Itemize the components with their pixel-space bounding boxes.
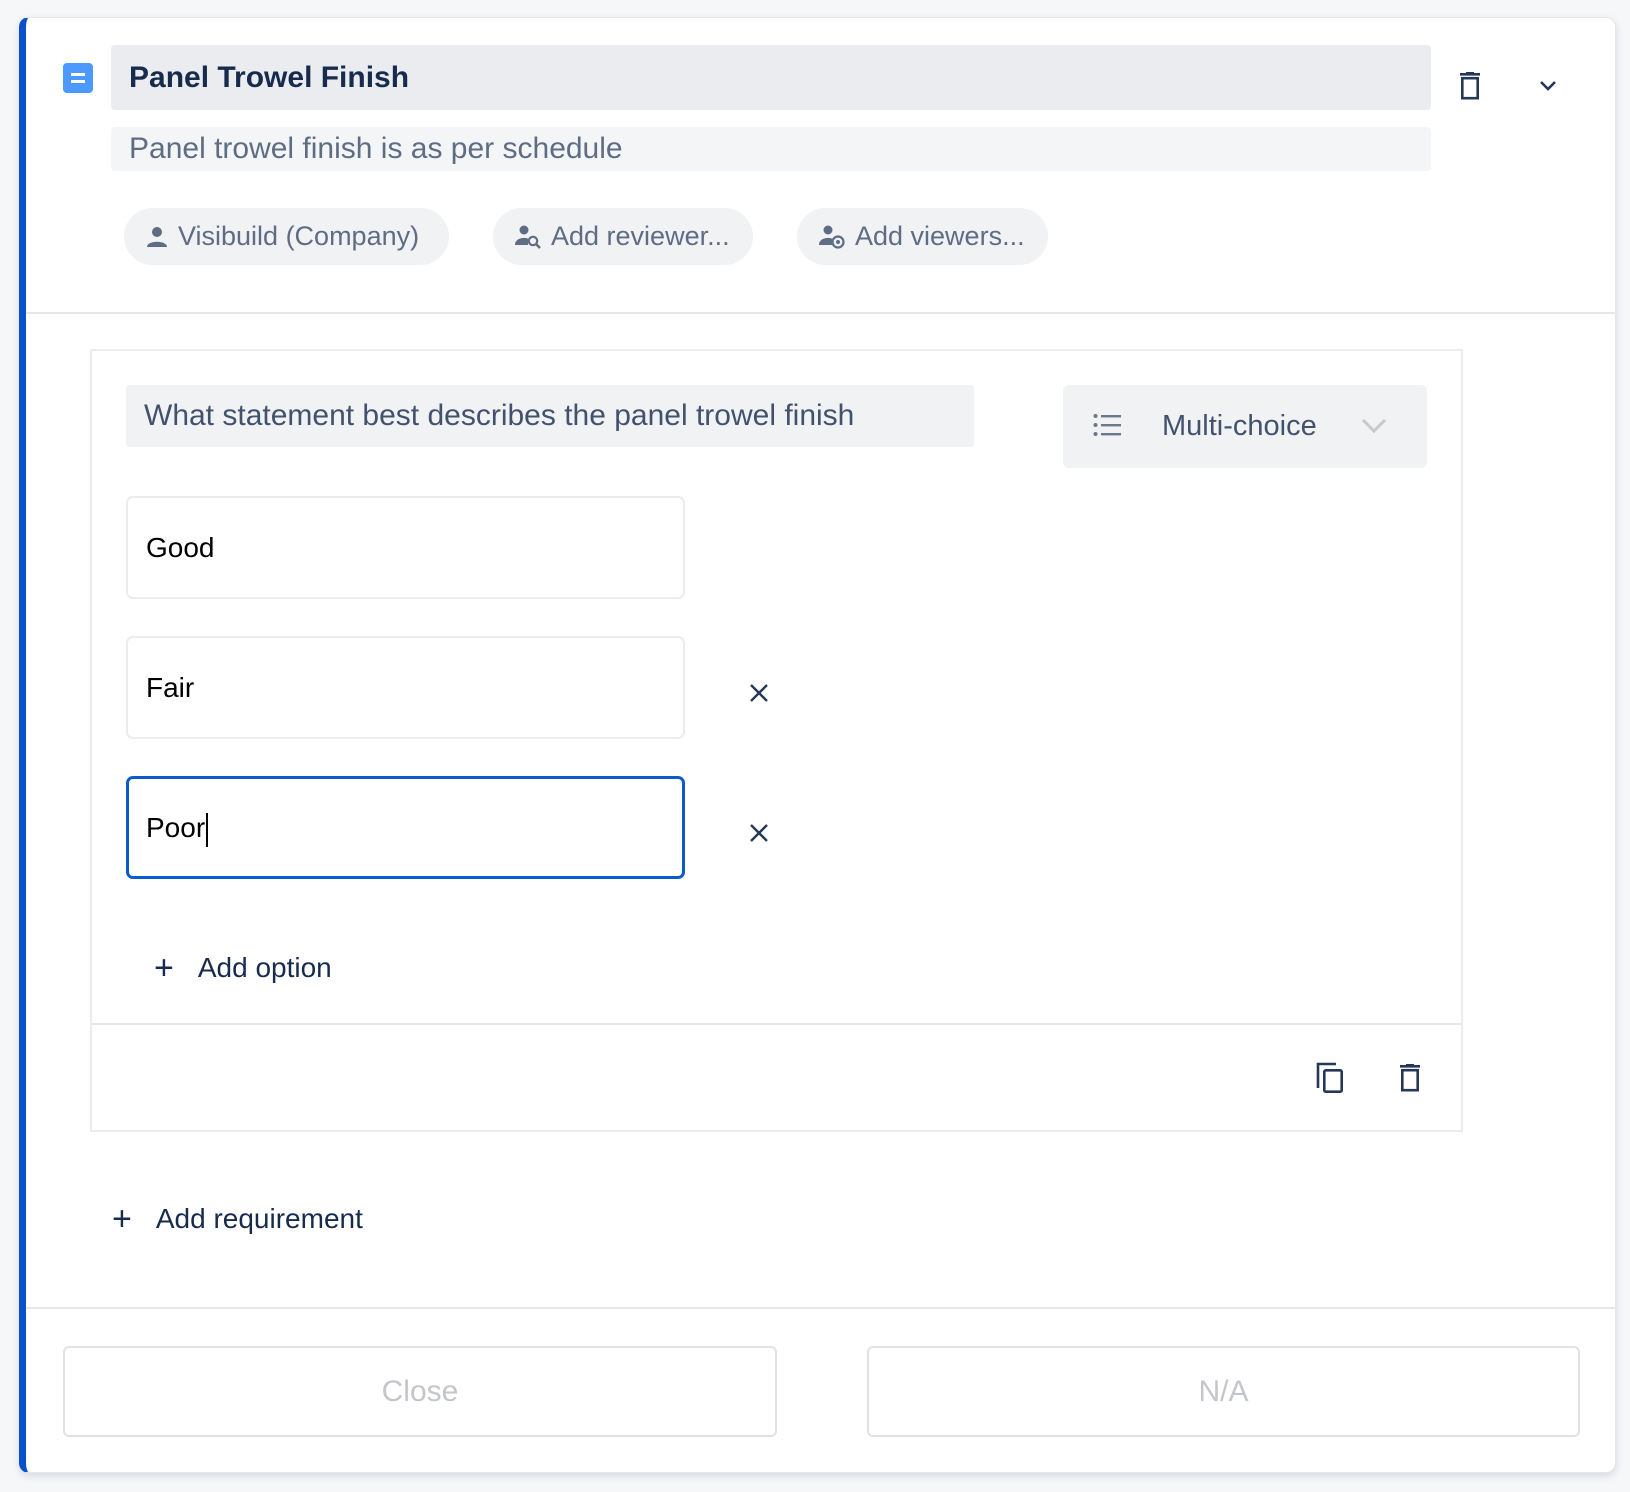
item-description-input[interactable]: Panel trowel finish is as per schedule bbox=[111, 127, 1431, 171]
add-reviewer-label: Add reviewer... bbox=[551, 221, 730, 251]
na-button[interactable]: N/A bbox=[867, 1346, 1580, 1437]
add-requirement-button[interactable]: + Add requirement bbox=[112, 1202, 363, 1236]
footer-divider bbox=[26, 1307, 1616, 1309]
na-button-label: N/A bbox=[1198, 1374, 1249, 1408]
remove-option-button[interactable] bbox=[744, 678, 774, 708]
delete-item-button[interactable] bbox=[1452, 68, 1488, 104]
plus-icon: + bbox=[154, 949, 174, 987]
header-divider bbox=[26, 312, 1616, 314]
owner-chip[interactable]: Visibuild (Company) bbox=[124, 208, 449, 265]
close-icon bbox=[750, 824, 768, 842]
inspection-item-card: Panel Trowel Finish Panel trowel finish … bbox=[19, 17, 1616, 1473]
option-value: Fair bbox=[146, 672, 195, 703]
text-item-icon bbox=[63, 63, 93, 93]
option-input[interactable]: Good bbox=[126, 496, 685, 599]
add-reviewer-chip[interactable]: Add reviewer... bbox=[493, 208, 753, 265]
question-input[interactable]: What statement best describes the panel … bbox=[126, 385, 974, 447]
chevron-down-icon bbox=[1540, 81, 1556, 91]
requirement-box: What statement best describes the panel … bbox=[90, 349, 1463, 1132]
collapse-item-button[interactable] bbox=[1530, 68, 1566, 104]
option-input[interactable]: Fair bbox=[126, 636, 685, 739]
chevron-down-icon bbox=[1361, 418, 1387, 434]
add-requirement-label: Add requirement bbox=[155, 1203, 363, 1234]
delete-requirement-button[interactable] bbox=[1392, 1060, 1428, 1096]
option-value: Poor bbox=[146, 812, 206, 843]
owner-chip-label: Visibuild (Company) bbox=[178, 221, 420, 251]
plus-icon: + bbox=[112, 1200, 132, 1238]
add-viewers-chip[interactable]: Add viewers... bbox=[797, 208, 1048, 265]
add-viewers-label: Add viewers... bbox=[855, 221, 1025, 251]
response-type-select[interactable]: Multi-choice bbox=[1063, 385, 1427, 468]
requirement-footer-divider bbox=[92, 1023, 1461, 1025]
trash-icon bbox=[1400, 1064, 1420, 1092]
duplicate-requirement-button[interactable] bbox=[1312, 1060, 1348, 1096]
add-option-label: Add option bbox=[197, 952, 332, 983]
copy-icon bbox=[1316, 1062, 1343, 1093]
response-type-label: Multi-choice bbox=[1162, 410, 1317, 442]
option-input-focused[interactable]: Poor bbox=[126, 776, 685, 879]
person-icon bbox=[147, 226, 167, 247]
text-caret bbox=[206, 812, 209, 847]
close-icon bbox=[750, 684, 768, 702]
add-option-button[interactable]: + Add option bbox=[154, 951, 332, 985]
item-title-input[interactable]: Panel Trowel Finish bbox=[111, 45, 1431, 110]
trash-icon bbox=[1460, 72, 1480, 100]
close-button[interactable]: Close bbox=[63, 1346, 777, 1437]
remove-option-button[interactable] bbox=[744, 818, 774, 848]
person-search-icon bbox=[515, 225, 541, 249]
option-value: Good bbox=[146, 532, 215, 563]
close-button-label: Close bbox=[381, 1374, 459, 1408]
person-eye-icon bbox=[819, 225, 845, 249]
list-icon bbox=[1093, 414, 1121, 436]
